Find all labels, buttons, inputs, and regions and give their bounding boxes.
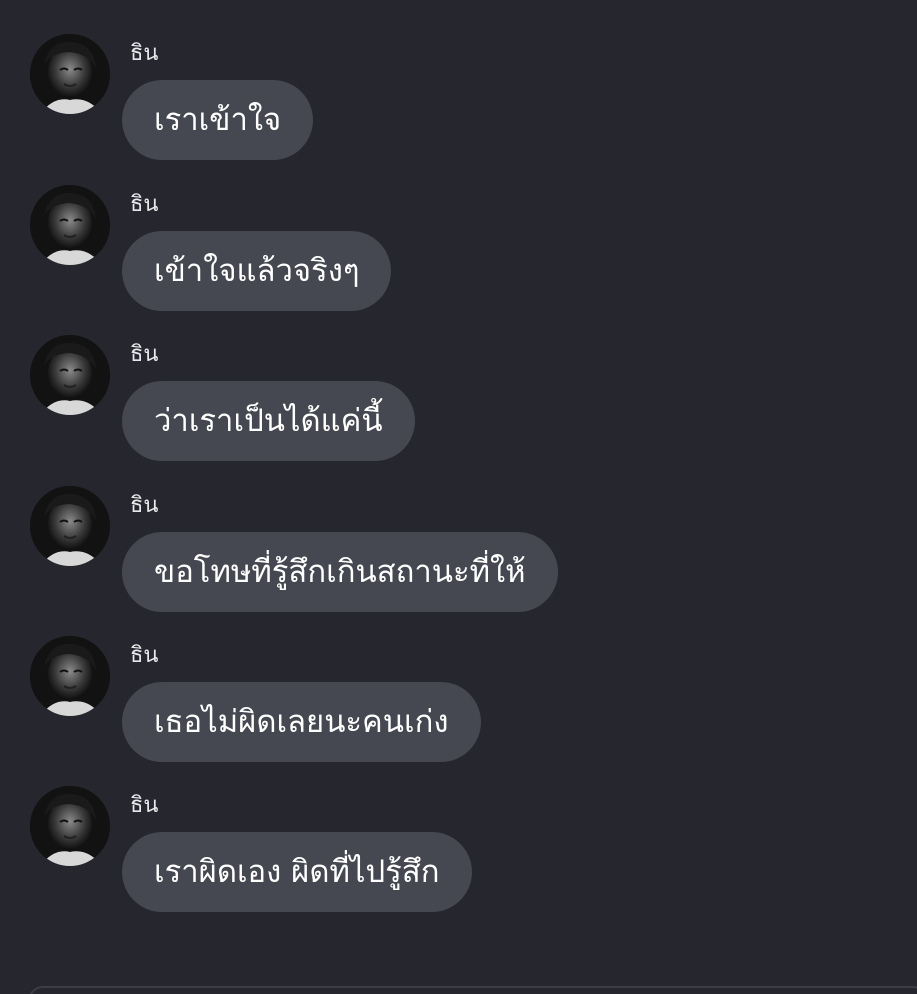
sender-name: ธิน [130,192,159,217]
sender-name: ธิน [130,643,159,668]
avatar[interactable] [30,486,110,566]
message-bubble[interactable]: ขอโทษที่รู้สึกเกินสถานะที่ให้ [122,532,558,612]
profile-photo-icon [30,185,110,265]
sender-name: ธิน [130,793,159,818]
avatar[interactable] [30,786,110,866]
sender-name: ธิน [130,41,159,66]
message-composer[interactable] [28,986,917,994]
message-bubble[interactable]: เราผิดเอง ผิดที่ไปรู้สึก [122,832,472,912]
avatar[interactable] [30,185,110,265]
profile-photo-icon [30,486,110,566]
avatar[interactable] [30,636,110,716]
message-row: ธิน ขอโทษที่รู้สึกเกินสถานะที่ให้ [0,486,917,621]
message-row: ธิน เธอไม่ผิดเลยนะคนเก่ง [0,636,917,771]
message-bubble[interactable]: เธอไม่ผิดเลยนะคนเก่ง [122,682,481,762]
profile-photo-icon [30,786,110,866]
avatar[interactable] [30,335,110,415]
message-bubble[interactable]: เราเข้าใจ [122,80,314,160]
message-row: ธิน เราเข้าใจ [0,34,917,169]
message-row: ธิน เข้าใจแล้วจริงๆ [0,185,917,320]
profile-photo-icon [30,335,110,415]
avatar[interactable] [30,34,110,114]
message-bubble[interactable]: เข้าใจแล้วจริงๆ [122,231,392,311]
sender-name: ธิน [130,493,159,518]
message-row: ธิน เราผิดเอง ผิดที่ไปรู้สึก [0,786,917,921]
profile-photo-icon [30,34,110,114]
sender-name: ธิน [130,342,159,367]
profile-photo-icon [30,636,110,716]
message-bubble[interactable]: ว่าเราเป็นได้แค่นี้ [122,381,415,461]
chat-thread: ธิน เราเข้าใจ ธิน เข้าใจแล้วจริงๆ ธิน ว่… [0,0,917,994]
message-row: ธิน ว่าเราเป็นได้แค่นี้ [0,335,917,470]
